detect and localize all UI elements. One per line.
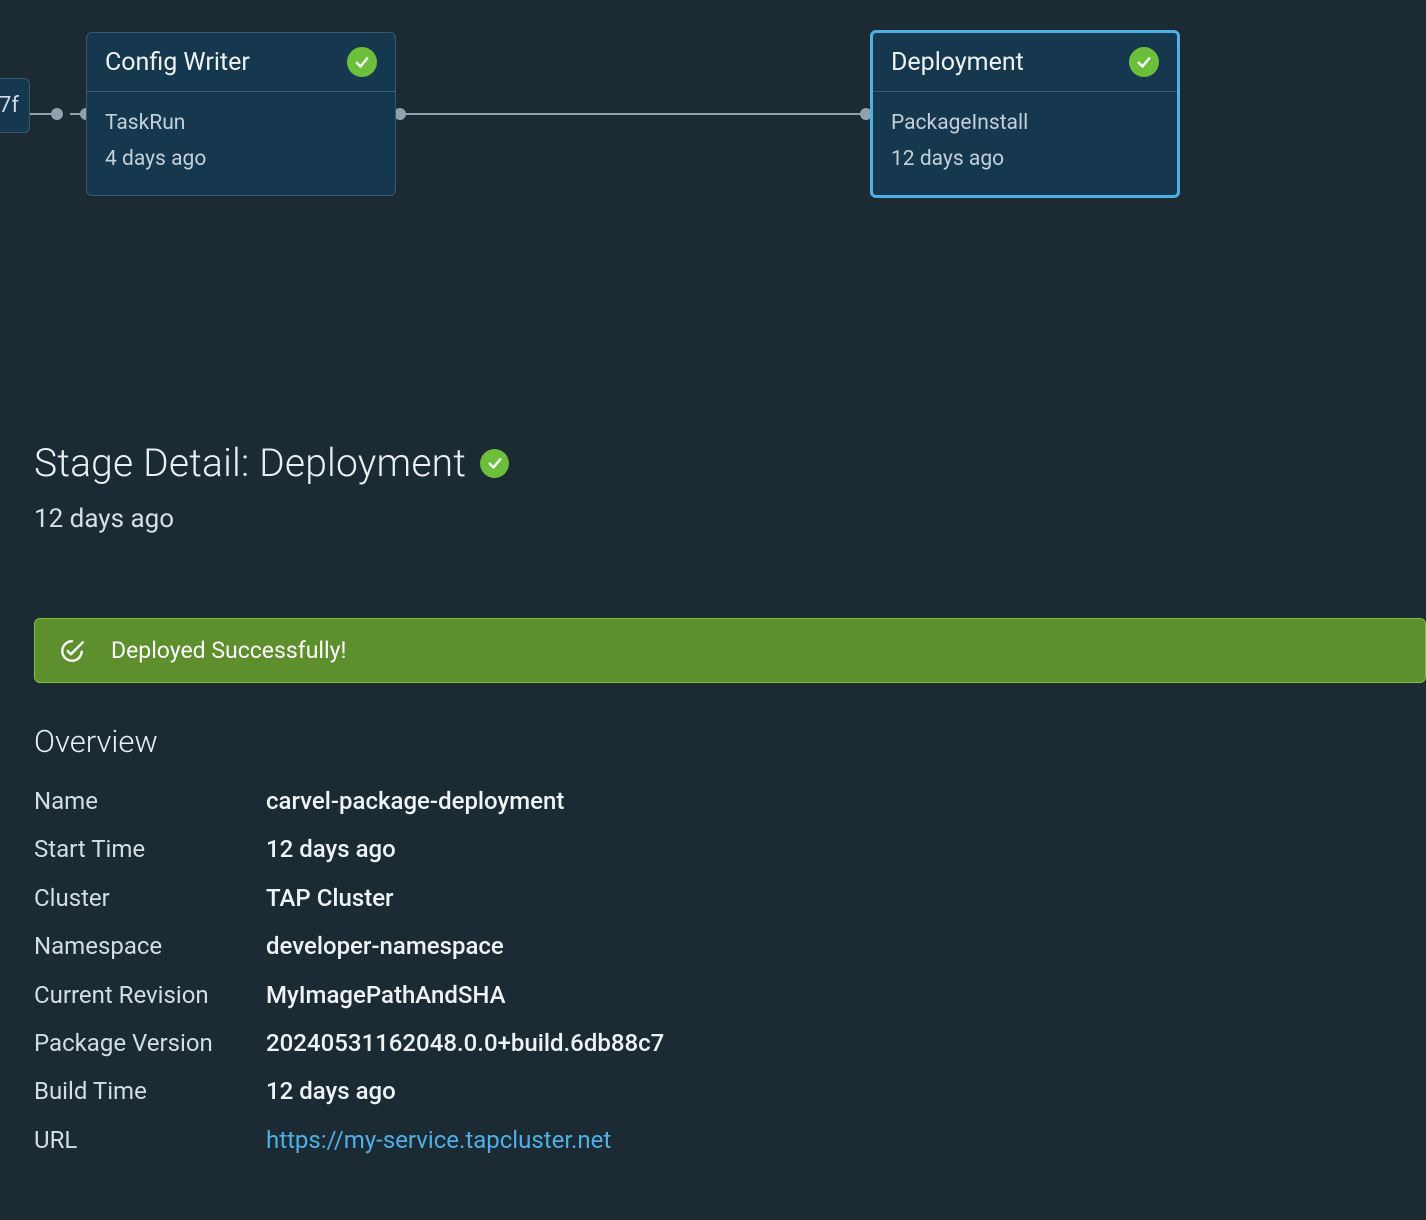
overview-value: 12 days ago bbox=[266, 1072, 1392, 1110]
status-banner-message: Deployed Successfully! bbox=[111, 637, 346, 664]
overview-value: developer-namespace bbox=[266, 927, 1392, 965]
pipeline-node-deployment[interactable]: Deployment PackageInstall 12 days ago bbox=[870, 30, 1180, 198]
pipeline-node-title: Config Writer bbox=[105, 48, 250, 77]
overview-label: Build Time bbox=[34, 1072, 266, 1110]
overview-value: MyImagePathAndSHA bbox=[266, 976, 1392, 1014]
overview-value: TAP Cluster bbox=[266, 879, 1392, 917]
stage-detail-title: Stage Detail: Deployment bbox=[34, 440, 466, 486]
overview-label: Namespace bbox=[34, 927, 266, 965]
pipeline-node-partial[interactable]: 7f bbox=[0, 78, 30, 133]
pipeline-node-title: Deployment bbox=[891, 48, 1024, 77]
stage-detail-panel: Stage Detail: Deployment 12 days ago Dep… bbox=[0, 430, 1426, 1159]
overview-label: Current Revision bbox=[34, 976, 266, 1014]
status-banner: Deployed Successfully! bbox=[34, 618, 1426, 683]
status-success-icon bbox=[1129, 47, 1159, 77]
stage-detail-age: 12 days ago bbox=[34, 504, 1392, 534]
overview-label: Cluster bbox=[34, 879, 266, 917]
overview-url-link[interactable]: https://my-service.tapcluster.net bbox=[266, 1121, 1392, 1159]
pipeline-node-kind: TaskRun bbox=[105, 106, 377, 142]
overview-label: Name bbox=[34, 782, 266, 820]
status-success-icon bbox=[347, 47, 377, 77]
overview-value: carvel-package-deployment bbox=[266, 782, 1392, 820]
pipeline-node-partial-suffix: 7f bbox=[0, 93, 19, 118]
stage-detail-title-prefix: Stage Detail: bbox=[34, 440, 259, 486]
pipeline-node-config-writer[interactable]: Config Writer TaskRun 4 days ago bbox=[86, 32, 396, 196]
pipeline-graph: 7f Config Writer TaskRun 4 days ago Depl… bbox=[0, 0, 1426, 430]
overview-label: URL bbox=[34, 1121, 266, 1159]
check-circle-icon bbox=[59, 638, 85, 664]
overview-heading: Overview bbox=[34, 723, 1392, 760]
status-success-icon bbox=[480, 449, 509, 478]
stage-detail-title-stage: Deployment bbox=[259, 440, 466, 486]
overview-label: Start Time bbox=[34, 830, 266, 868]
overview-value: 12 days ago bbox=[266, 830, 1392, 868]
overview-label: Package Version bbox=[34, 1024, 266, 1062]
overview-value: 20240531162048.0.0+build.6db88c7 bbox=[266, 1024, 1392, 1062]
pipeline-node-kind: PackageInstall bbox=[891, 106, 1159, 142]
pipeline-node-age: 12 days ago bbox=[891, 142, 1159, 178]
pipeline-node-age: 4 days ago bbox=[105, 142, 377, 178]
overview-table: Name carvel-package-deployment Start Tim… bbox=[34, 782, 1392, 1159]
